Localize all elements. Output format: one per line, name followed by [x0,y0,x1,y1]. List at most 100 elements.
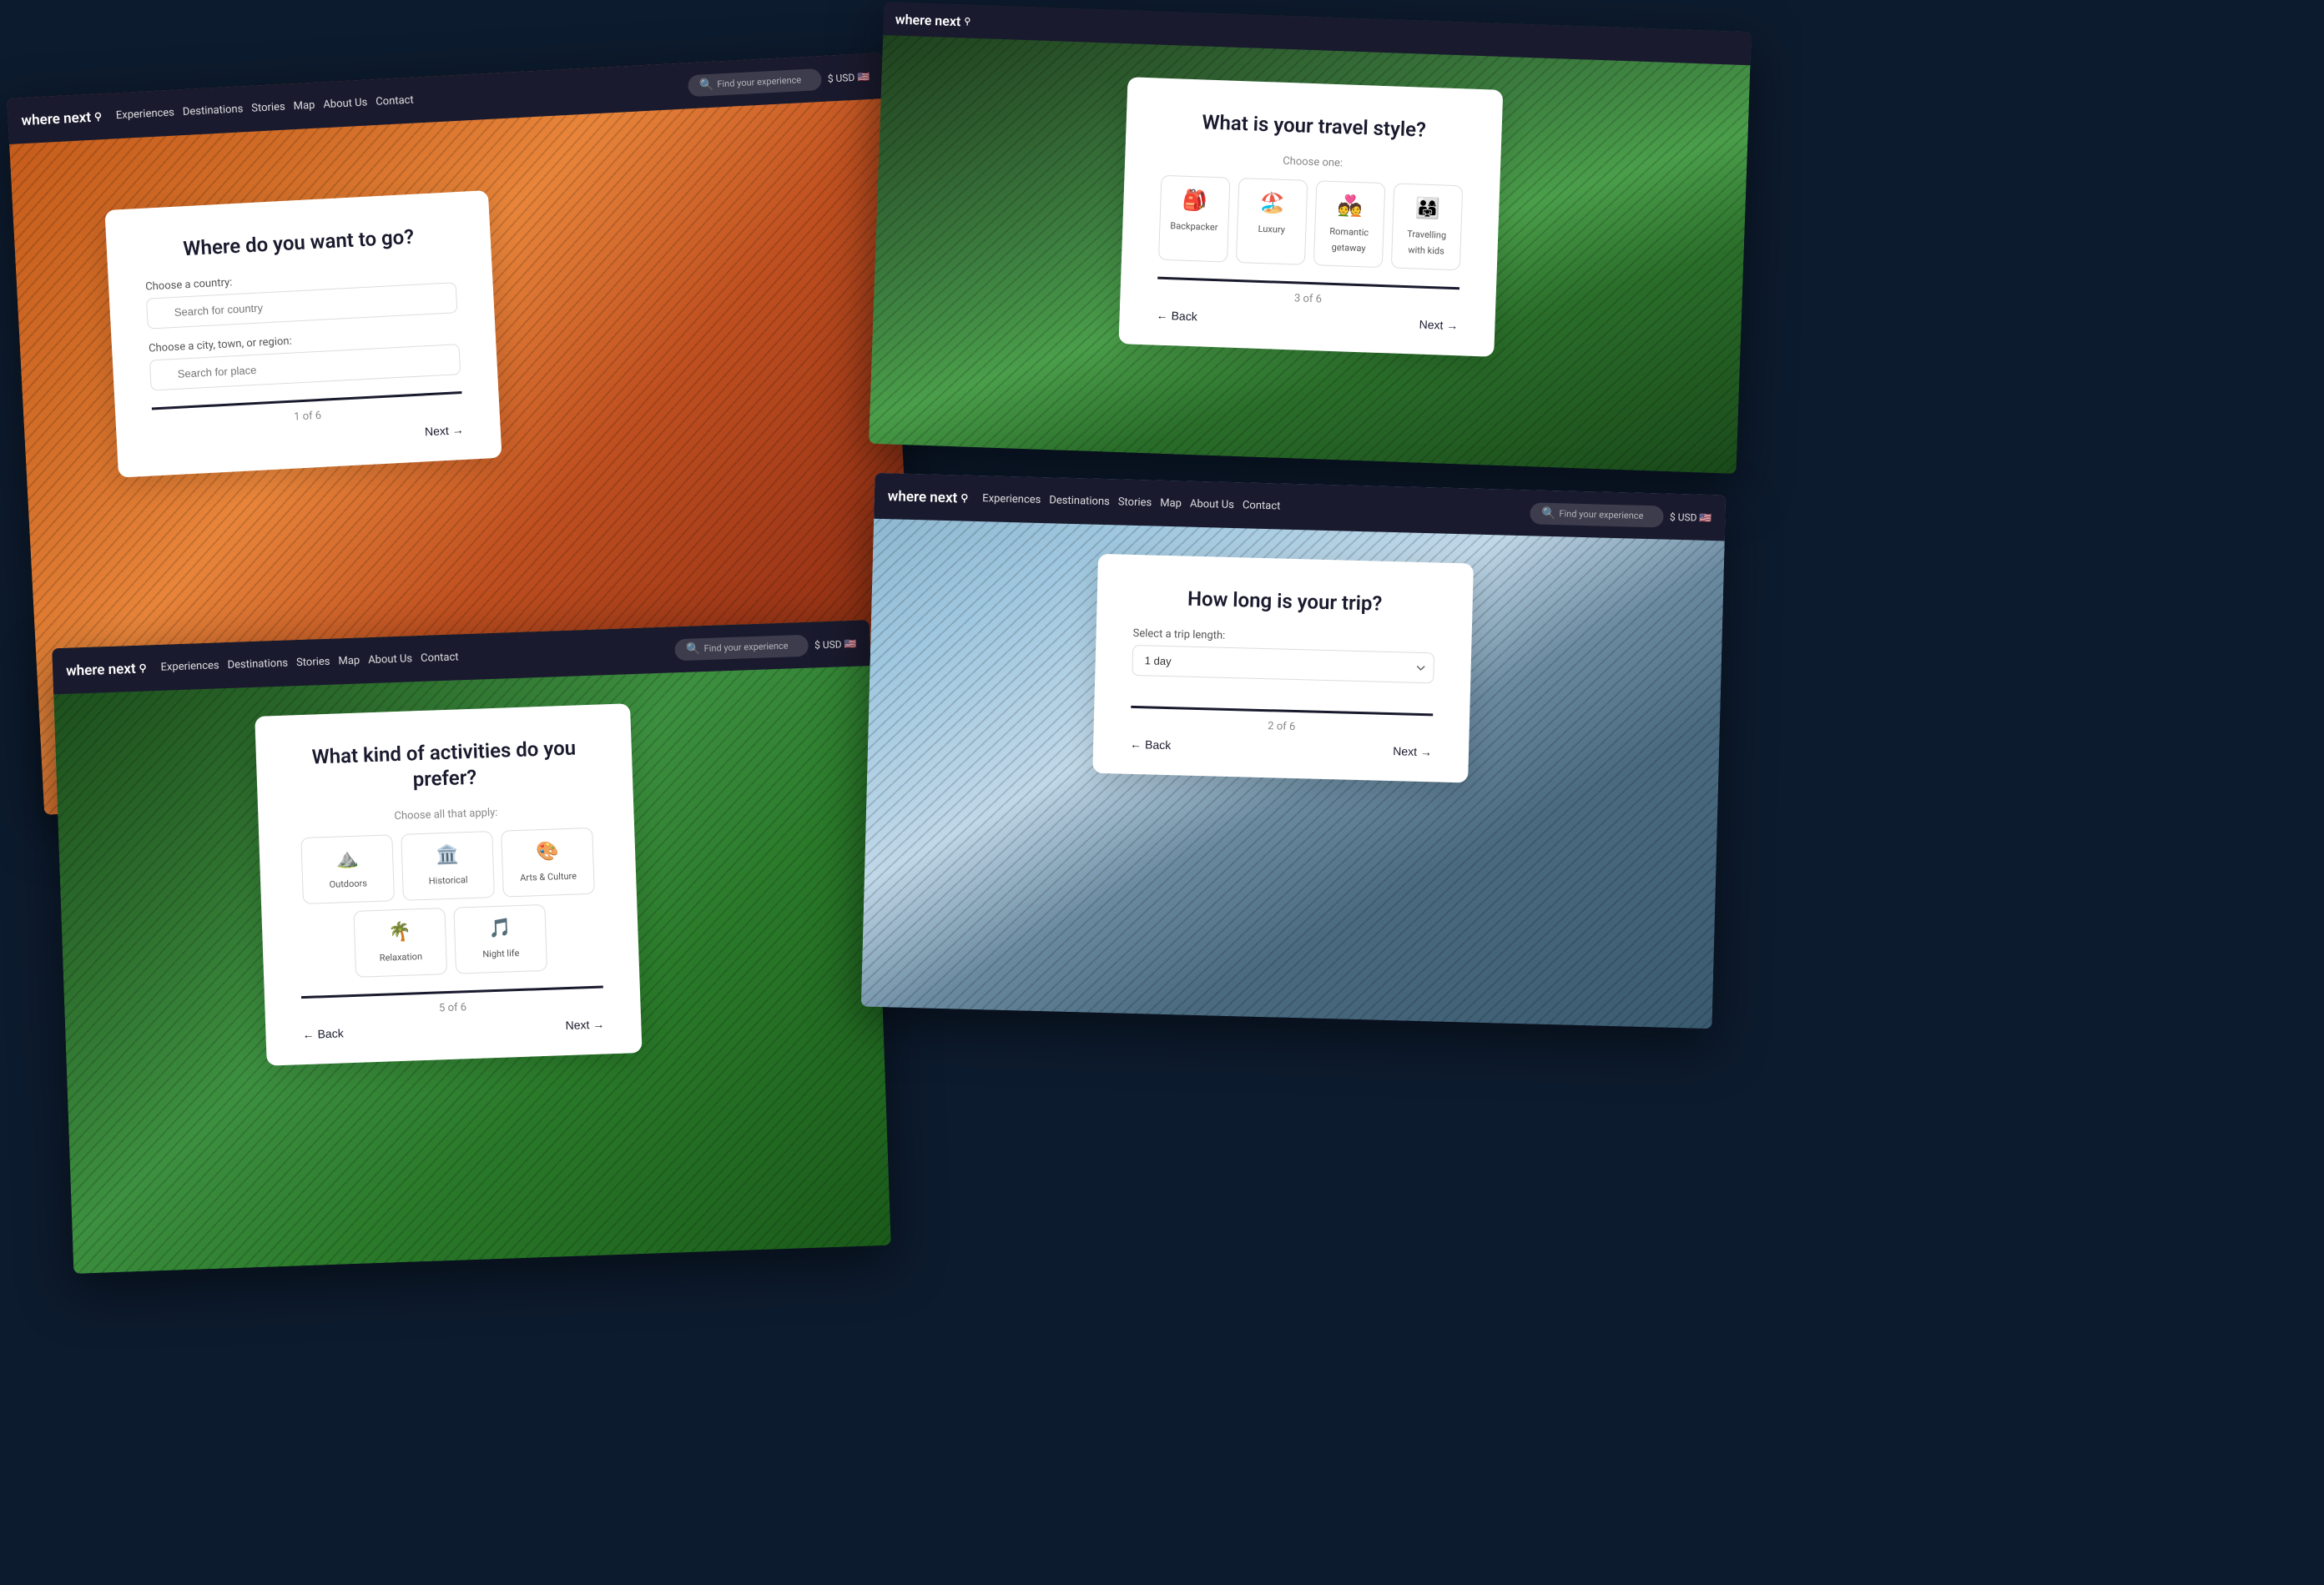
screen3-search-placeholder: Find your experience [703,641,788,655]
screen4-back-button[interactable]: ← Back [1130,737,1172,752]
screen4-nav-aboutus[interactable]: About Us [1190,498,1234,511]
kids-label: Travelling with kids [1407,229,1446,257]
screen4-pin-icon [960,493,969,503]
screen3-back-button[interactable]: ← Back [302,1026,344,1041]
screen3-modal: What kind of activities do you prefer? C… [255,703,642,1065]
screen1-next-button[interactable]: Next → [425,423,465,438]
screen4-logo: where next [888,488,970,507]
screen1-navbar-right: 🔍 Find your experience $ USD 🇺🇸 [687,65,870,96]
screen3-footer: ← Back Next → [302,1017,604,1041]
screen4-next-arrow-icon: → [1420,745,1432,758]
screen4-back-arrow-icon: ← [1130,737,1142,751]
luxury-icon: 🏖️ [1247,191,1298,216]
backpacker-icon: 🎒 [1169,188,1221,213]
screen4-search-icon: 🔍 [1541,506,1556,520]
screen1-search-box[interactable]: 🔍 Find your experience [687,68,821,96]
kids-icon: 👨‍👩‍👧 [1402,196,1454,221]
screen1-modal: Where do you want to go? Choose a countr… [104,190,502,477]
screen4-container: where next Experiences Destinations Stor… [861,473,1726,1029]
backpacker-label: Backpacker [1170,220,1218,233]
screen4-currency: $ USD 🇺🇸 [1670,511,1712,523]
screen2-pin-icon [963,17,970,26]
screen4-navbar-right: 🔍 Find your experience $ USD 🇺🇸 [1530,502,1712,529]
screen3-nav: Experiences Destinations Stories Map Abo… [160,643,674,673]
luxury-label: Luxury [1258,224,1285,235]
screen3-nav-aboutus[interactable]: About Us [368,652,412,667]
screen3-nav-contact[interactable]: Contact [421,651,459,665]
activity-card-arts[interactable]: 🎨 Arts & Culture [501,828,595,898]
screen1-title: Where do you want to go? [143,222,454,264]
screen2-container: where next What is your travel style? Ch… [869,2,1752,474]
screen2-subtitle: Choose one: [1162,151,1464,174]
nightlife-icon: 🎵 [463,918,537,941]
arts-label: Arts & Culture [520,871,577,883]
screen4-nav-stories[interactable]: Stories [1118,496,1152,509]
activity-row2: 🌴 Relaxation 🎵 Night life [298,903,602,980]
screen4-nav-experiences[interactable]: Experiences [982,492,1041,506]
screen2-progress: 3 of 6 [1157,287,1459,310]
screen4-modal: How long is your trip? Select a trip len… [1092,554,1474,782]
screen3-nav-experiences[interactable]: Experiences [160,659,219,673]
screen4-title: How long is your trip? [1133,585,1436,619]
style-card-luxury[interactable]: 🏖️ Luxury [1236,178,1308,265]
screen3-search-icon: 🔍 [686,642,701,657]
screen2-back-button[interactable]: ← Back [1156,308,1197,323]
screen3-back-arrow-icon: ← [302,1028,315,1041]
nav-contact[interactable]: Contact [376,94,414,108]
screen2-logo-text: where next [895,11,961,29]
activity-card-historical[interactable]: 🏛️ Historical [401,831,495,901]
activity-card-outdoors[interactable]: ⛰️ Outdoors [300,835,395,905]
screen3-next-button[interactable]: Next → [565,1017,604,1032]
outdoors-icon: ⛰️ [310,848,385,871]
screen3-logo-text: where next [66,660,136,679]
screen2-title: What is your travel style? [1162,108,1465,145]
screen3-search-box[interactable]: 🔍 Find your experience [674,634,809,661]
screen2-next-button[interactable]: Next → [1419,317,1458,332]
select-label: Select a trip length: [1132,627,1434,647]
screen3-nav-destinations[interactable]: Destinations [227,657,288,672]
screen4-progress: 2 of 6 [1131,717,1433,737]
nav-experiences[interactable]: Experiences [116,107,175,123]
screen4-nav: Experiences Destinations Stories Map Abo… [982,492,1530,519]
screen4-search-placeholder: Find your experience [1559,508,1643,521]
screen3-title: What kind of activities do you prefer? [292,735,596,798]
screen4-nav-map[interactable]: Map [1160,497,1182,511]
next-arrow-icon: → [451,423,464,437]
screen1-logo: where next [21,108,103,129]
nav-stories[interactable]: Stories [251,101,285,115]
style-card-backpacker[interactable]: 🎒 Backpacker [1158,175,1231,263]
relaxation-icon: 🌴 [363,921,437,944]
activity-card-nightlife[interactable]: 🎵 Night life [453,904,547,974]
screen3-logo: where next [66,660,148,679]
screen4-footer: ← Back Next → [1130,737,1432,758]
nav-destinations[interactable]: Destinations [183,103,244,118]
relaxation-label: Relaxation [380,951,423,964]
screen3-subtitle: Choose all that apply: [295,803,597,827]
screen4-search-box[interactable]: 🔍 Find your experience [1530,502,1664,527]
historical-icon: 🏛️ [411,844,485,868]
search-placeholder: Find your experience [717,74,801,89]
trip-length-select[interactable]: 1 day 2 days 3 days 1 week 2 weeks [1132,645,1434,683]
romantic-icon: 💑 [1324,194,1376,219]
screen4-next-button[interactable]: Next → [1393,744,1432,758]
screen2-modal: What is your travel style? Choose one: 🎒… [1118,77,1503,356]
arts-icon: 🎨 [511,841,585,864]
screen4-logo-text: where next [888,488,958,506]
style-card-romantic[interactable]: 💑 Romantic getaway [1313,180,1386,268]
screen3-navbar-right: 🔍 Find your experience $ USD 🇺🇸 [674,632,857,661]
screen3-nav-stories[interactable]: Stories [296,656,330,669]
style-card-kids[interactable]: 👨‍👩‍👧 Travelling with kids [1391,184,1464,271]
screen3-currency: $ USD 🇺🇸 [814,637,857,651]
screen4-nav-destinations[interactable]: Destinations [1049,494,1110,508]
back-arrow-icon: ← [1156,308,1168,321]
activity-card-relaxation[interactable]: 🌴 Relaxation [353,908,447,978]
screen3-nav-map[interactable]: Map [338,654,360,667]
next-arrow-icon: → [1446,318,1459,331]
nav-map[interactable]: Map [293,99,315,113]
style-cards-container: 🎒 Backpacker 🏖️ Luxury 💑 Romantic getawa… [1158,175,1463,271]
nav-aboutus[interactable]: About Us [323,96,368,111]
screen4-nav-contact[interactable]: Contact [1243,499,1281,512]
screen4-divider [1131,706,1433,716]
search-icon: 🔍 [699,78,714,92]
screen2-divider [1157,277,1459,289]
